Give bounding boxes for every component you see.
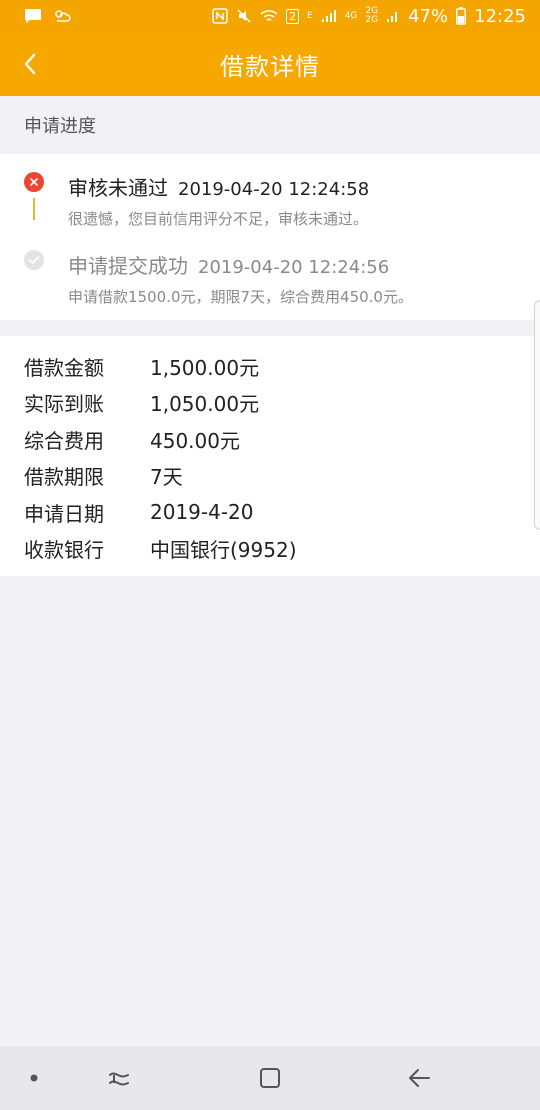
message-icon [25, 9, 41, 23]
weather-icon [55, 10, 71, 22]
signal-icon [321, 10, 336, 22]
detail-value: 中国银行(9952) [150, 538, 297, 563]
battery-percent: 47% [408, 5, 449, 27]
page-title: 借款详情 [220, 52, 320, 81]
detail-row-bank: 收款银行 中国银行(9952) [0, 531, 540, 568]
title-bar: 借款详情 [0, 32, 540, 96]
mute-icon [237, 9, 251, 23]
recent-apps-icon [109, 1072, 129, 1086]
nfc-icon [212, 8, 228, 24]
detail-row-apply-date: 申请日期 2019-4-20 [0, 494, 540, 531]
dot-icon [30, 1074, 38, 1082]
close-circle-icon [24, 172, 44, 192]
clock: 12:25 [474, 5, 526, 27]
step-time: 2019-04-20 12:24:56 [198, 257, 390, 278]
detail-value: 450.00元 [150, 428, 240, 453]
check-circle-icon [24, 250, 44, 270]
back-arrow-icon [409, 1069, 430, 1087]
detail-row-received-amount: 实际到账 1,050.00元 [0, 385, 540, 422]
detail-label: 借款期限 [24, 465, 104, 490]
step-title: 申请提交成功 2019-04-20 12:24:56 [68, 250, 389, 279]
nav-back-button[interactable] [400, 1060, 440, 1096]
status-bar: 2 E 4G 2G 2G 47% 12:25 [0, 0, 540, 32]
loan-details-card: 借款金额 1,500.00元 实际到账 1,050.00元 综合费用 450.0… [0, 336, 540, 576]
progress-section-title: 申请进度 [24, 116, 96, 137]
network-2g-labels: 2G 2G [365, 7, 378, 25]
nav-dot-button[interactable] [14, 1060, 54, 1096]
detail-label: 借款金额 [24, 355, 104, 380]
detail-row-loan-term: 借款期限 7天 [0, 458, 540, 495]
wifi-icon [260, 10, 278, 21]
detail-value: 1,500.00元 [150, 355, 260, 380]
step-name: 申请提交成功 [68, 254, 188, 278]
detail-value: 7天 [150, 465, 183, 490]
detail-label: 申请日期 [24, 501, 104, 526]
edge-panel-handle[interactable] [534, 300, 540, 530]
detail-value: 1,050.00元 [150, 392, 260, 417]
step-description: 申请借款1500.0元，期限7天，综合费用450.0元。 [68, 288, 413, 306]
progress-card: 审核未通过 2019-04-20 12:24:58 很遗憾，您目前信用评分不足，… [0, 154, 540, 320]
network-4g-label: 4G [344, 11, 358, 21]
system-nav-bar [0, 1046, 540, 1110]
network-2g-bottom: 2G [365, 15, 379, 25]
signal-2-icon [387, 12, 398, 22]
back-button[interactable] [10, 44, 50, 84]
network-e-label: E [307, 11, 313, 21]
step-description: 很遗憾，您目前信用评分不足，审核未通过。 [68, 210, 369, 228]
recent-apps-button[interactable] [99, 1060, 139, 1096]
detail-label: 综合费用 [24, 428, 104, 453]
wifi-badge: 2 [286, 8, 300, 24]
home-icon [260, 1068, 280, 1088]
step-name: 审核未通过 [68, 176, 168, 200]
home-button[interactable] [250, 1060, 290, 1096]
detail-label: 收款银行 [24, 538, 104, 563]
step-title: 审核未通过 2019-04-20 12:24:58 [68, 172, 369, 201]
step-connector [33, 198, 35, 220]
detail-value: 2019-4-20 [150, 500, 254, 525]
battery-icon [456, 7, 467, 25]
status-right: 2 E 4G 2G 2G 47% 12:25 [212, 6, 526, 27]
detail-row-total-fee: 综合费用 450.00元 [0, 421, 540, 458]
step-time: 2019-04-20 12:24:58 [178, 179, 370, 200]
detail-label: 实际到账 [24, 392, 104, 417]
chevron-left-icon [24, 53, 36, 75]
detail-row-loan-amount: 借款金额 1,500.00元 [0, 348, 540, 385]
status-left [24, 8, 72, 24]
